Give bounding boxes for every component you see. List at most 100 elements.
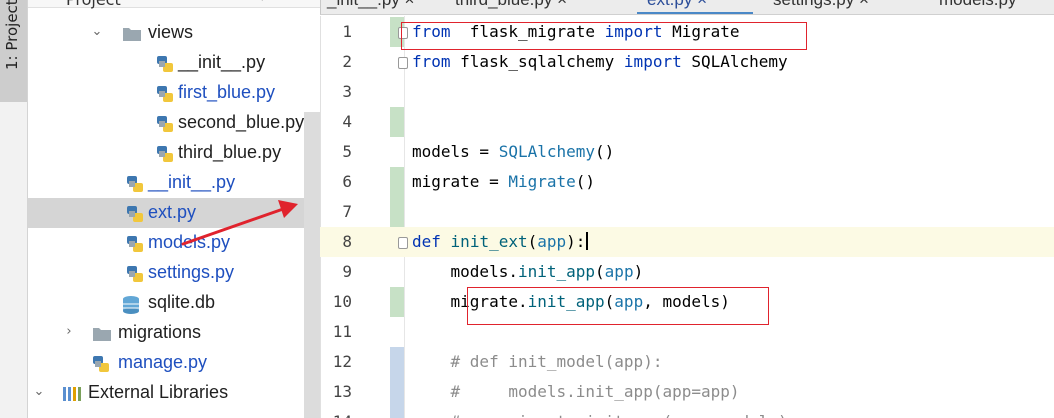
tree-item[interactable]: first_blue.py (28, 78, 320, 108)
highlight-box-import-migrate (401, 22, 807, 50)
project-panel-title[interactable]: Project (66, 0, 121, 9)
line-number: 13 (332, 382, 352, 401)
tree-item[interactable]: settings.py (28, 258, 320, 288)
tab-third-blue-py[interactable]: third_blue.py × (455, 0, 567, 14)
tree-item-label: first_blue.py (178, 82, 276, 102)
python-file-icon (126, 235, 144, 253)
line-number: 1 (342, 22, 352, 41)
vcs-change-marker[interactable] (390, 287, 404, 317)
tree-item-label: __init__.py (148, 172, 236, 192)
code-text: # models.init_app(app=app) (412, 382, 740, 401)
highlight-box-migrate-init-app (467, 287, 769, 325)
tab-models-py[interactable]: models.py (939, 0, 1016, 14)
code-token: ( (595, 262, 605, 281)
code-editor[interactable]: 1 from flask_migrate import Migrate 2 from … (320, 16, 1054, 418)
tree-item-label: views (148, 22, 194, 42)
code-token: from (412, 52, 451, 71)
tree-item-label: models.py (148, 232, 231, 252)
line-number: 9 (342, 262, 352, 281)
tree-item-label: migrations (118, 322, 202, 342)
tree-scrollbar[interactable] (304, 112, 320, 418)
code-line[interactable]: 4 (320, 107, 1054, 137)
code-line[interactable]: 6 migrate = Migrate() (320, 167, 1054, 197)
chevron-down-icon[interactable]: ⌄ (90, 24, 104, 39)
tree-item[interactable]: __init__.py (28, 48, 320, 78)
code-line[interactable]: 14 # migrate.init_app(app, models) (320, 407, 1054, 418)
vcs-change-marker[interactable] (390, 407, 404, 418)
tree-item[interactable]: ext.py (28, 198, 320, 228)
vcs-change-marker[interactable] (390, 347, 404, 377)
python-file-icon (156, 145, 174, 163)
tree-item[interactable]: ⌄ External Libraries (28, 378, 320, 408)
project-panel-header: Project ⋯ ⚙ (28, 0, 320, 9)
tree-item-label: ext.py (148, 202, 197, 222)
tree-item-label: External Libraries (88, 382, 229, 402)
editor-tab-bar: _init__.py × third_blue.py × ext.py × se… (320, 0, 1054, 15)
code-line[interactable]: 8 def init_ext(app): (320, 227, 1054, 257)
tree-item-label: settings.py (148, 262, 235, 282)
gear-icon[interactable]: ⚙ (256, 0, 269, 4)
code-text: from flask_sqlalchemy import SQLAlchemy (412, 52, 788, 71)
code-line[interactable]: 9 models.init_app(app) (320, 257, 1054, 287)
chevron-right-icon[interactable]: › (62, 324, 76, 339)
code-token: models. (412, 262, 518, 281)
code-token: # def init_model(app): (412, 352, 663, 371)
code-line[interactable]: 12 # def init_model(app): (320, 347, 1054, 377)
tree-item[interactable]: models.py (28, 228, 320, 258)
python-file-icon (126, 265, 144, 283)
code-line[interactable]: 3 (320, 77, 1054, 107)
tab-settings-py[interactable]: settings.py × (773, 0, 869, 14)
code-text: migrate = Migrate() (412, 172, 595, 191)
line-number: 4 (342, 112, 352, 131)
vcs-change-marker[interactable] (390, 197, 404, 227)
tree-item-label: sqlite.db (148, 292, 216, 312)
text-caret (586, 232, 589, 250)
project-tool-window-button[interactable]: 1: Project (0, 0, 27, 102)
code-line[interactable]: 2 from flask_sqlalchemy import SQLAlchemy (320, 47, 1054, 77)
libraries-icon (62, 385, 81, 403)
code-text: def init_ext(app): (412, 232, 589, 251)
code-text: models = SQLAlchemy() (412, 142, 614, 161)
chevron-down-icon[interactable]: ⌄ (32, 384, 46, 399)
line-number: 6 (342, 172, 352, 191)
code-token: import (623, 52, 682, 71)
project-tool-window-label: 1: Project (3, 0, 21, 70)
line-number: 10 (332, 292, 352, 311)
vcs-change-marker[interactable] (390, 107, 404, 137)
code-token: ): (566, 232, 586, 251)
line-number: 12 (332, 352, 352, 371)
line-number: 14 (320, 412, 352, 418)
code-line[interactable]: 13 # models.init_app(app=app) (320, 377, 1054, 407)
line-number: 8 (342, 232, 352, 251)
tree-item[interactable]: sqlite.db (28, 288, 320, 318)
tree-item[interactable]: __init__.py (28, 168, 320, 198)
python-file-icon (126, 175, 144, 193)
code-line[interactable]: 7 (320, 197, 1054, 227)
tree-item[interactable]: › migrations (28, 318, 320, 348)
tool-window-strip: 1: Project (0, 0, 28, 418)
tree-item[interactable]: second_blue.py (28, 108, 320, 138)
tab-init-py[interactable]: _init__.py × (327, 0, 414, 14)
vcs-change-marker[interactable] (390, 167, 404, 197)
database-icon (122, 295, 140, 314)
fold-icon[interactable] (398, 237, 408, 249)
code-token: () (575, 172, 596, 191)
more-options-icon[interactable]: ⋯ (228, 0, 242, 4)
tree-item[interactable]: manage.py (28, 348, 320, 378)
tree-item-label: third_blue.py (178, 142, 282, 162)
code-token: # models.init_app(app=app) (412, 382, 740, 401)
python-file-icon (92, 355, 110, 373)
tree-item-label: __init__.py (178, 52, 266, 72)
code-line[interactable]: 5 models = SQLAlchemy() (320, 137, 1054, 167)
code-token: init_app (517, 262, 596, 281)
code-token: app (537, 232, 567, 251)
folder-icon (122, 25, 141, 43)
tree-item[interactable]: ⌄ views (28, 18, 320, 48)
code-token: SQLAlchemy (498, 142, 596, 161)
vcs-change-marker[interactable] (390, 377, 404, 407)
code-token: migrate = (412, 172, 509, 191)
python-file-icon (156, 85, 174, 103)
tree-item[interactable]: third_blue.py (28, 138, 320, 168)
fold-icon[interactable] (398, 57, 408, 69)
